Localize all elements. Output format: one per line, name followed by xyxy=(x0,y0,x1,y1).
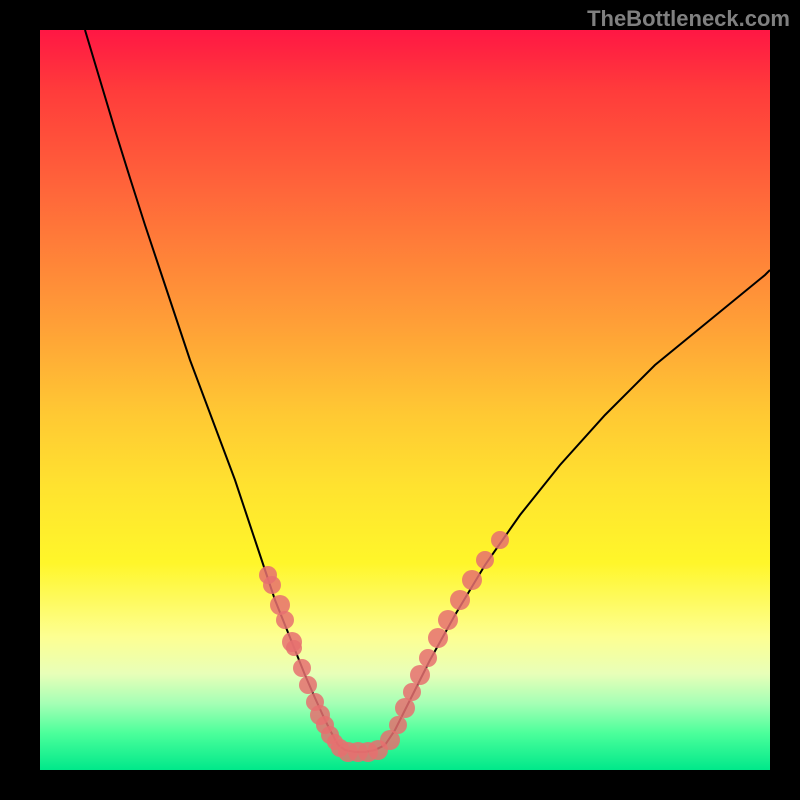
scatter-dot xyxy=(403,683,421,701)
scatter-dot xyxy=(276,611,294,629)
scatter-dot xyxy=(263,576,281,594)
watermark-text: TheBottleneck.com xyxy=(587,6,790,32)
scatter-dot xyxy=(293,659,311,677)
scatter-dot xyxy=(428,628,448,648)
scatter-dot xyxy=(419,649,437,667)
scatter-dot xyxy=(462,570,482,590)
scatter-dot xyxy=(476,551,494,569)
chart-overlay xyxy=(40,30,770,770)
scatter-dot xyxy=(299,676,317,694)
scatter-dot xyxy=(389,716,407,734)
chart-container: TheBottleneck.com xyxy=(0,0,800,800)
plot-area xyxy=(40,30,770,770)
scatter-dot xyxy=(450,590,470,610)
scatter-dot xyxy=(286,640,302,656)
scatter-dot xyxy=(410,665,430,685)
scatter-dot xyxy=(491,531,509,549)
bottleneck-curve-right xyxy=(385,270,770,745)
scatter-dots xyxy=(259,531,509,762)
scatter-dot xyxy=(438,610,458,630)
